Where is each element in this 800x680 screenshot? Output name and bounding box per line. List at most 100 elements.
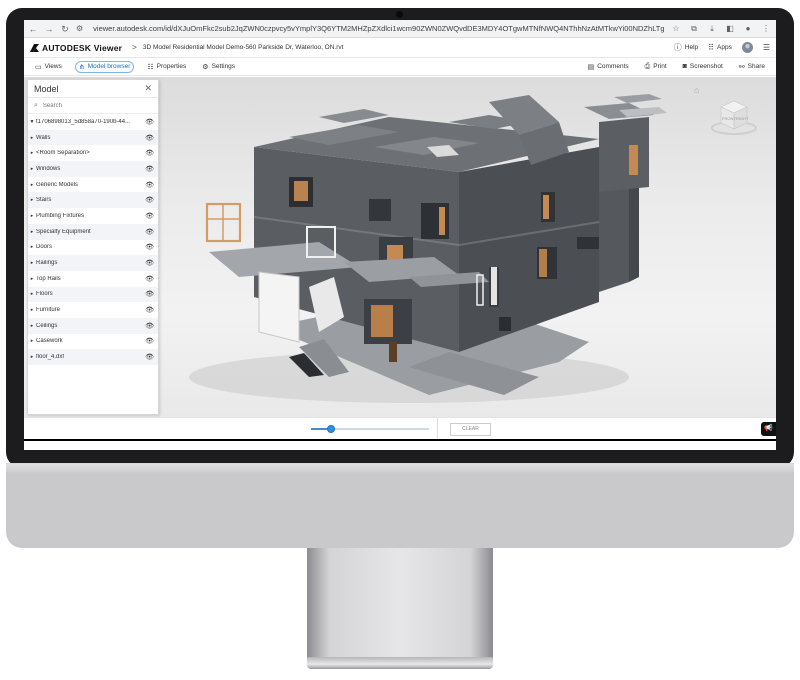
print-button[interactable]: ⎙ Print xyxy=(642,61,670,73)
eye-icon[interactable]: 👁 xyxy=(145,275,154,283)
tree-item-label: Windows xyxy=(36,165,61,172)
tree-item[interactable]: ▸ Top Rails 👁 xyxy=(28,271,158,287)
caret-right-icon[interactable]: ▸ xyxy=(28,260,36,266)
imac-chin xyxy=(6,463,794,548)
share-button[interactable]: ⚯ Share xyxy=(736,61,768,73)
caret-right-icon[interactable]: ▸ xyxy=(28,182,36,188)
app-header: AUTODESK Viewer > 3D Model Residential M… xyxy=(24,38,776,58)
eye-icon[interactable]: 👁 xyxy=(145,212,154,220)
eye-icon[interactable]: 👁 xyxy=(145,165,154,173)
eye-icon[interactable]: 👁 xyxy=(145,196,154,204)
browser-menu-icon[interactable]: ⋮ xyxy=(760,24,772,33)
extensions-icon[interactable]: ⧉ xyxy=(688,24,700,34)
tree-item[interactable]: ▸ Doors 👁 xyxy=(28,240,158,256)
caret-right-icon[interactable]: ▸ xyxy=(28,307,36,313)
caret-right-icon[interactable]: ▸ xyxy=(28,338,36,344)
tree-item[interactable]: ▸ Walls 👁 xyxy=(28,129,158,146)
megaphone-icon[interactable]: 📢 xyxy=(761,422,776,436)
comments-button[interactable]: ▤ Comments xyxy=(585,61,632,73)
eye-icon[interactable]: 👁 xyxy=(145,337,154,345)
eye-icon[interactable]: 👁 xyxy=(145,259,154,267)
tree-item-label: <Room Separation> xyxy=(36,150,90,157)
printer-icon: ⎙ xyxy=(644,62,651,70)
caret-right-icon[interactable]: ▸ xyxy=(28,229,36,235)
eye-icon[interactable]: 👁 xyxy=(145,322,154,330)
reload-icon[interactable]: ↻ xyxy=(60,20,70,38)
explode-slider-thumb[interactable] xyxy=(327,425,336,433)
tree-item[interactable]: ▸ Floors 👁 xyxy=(28,286,158,303)
hamburger-menu-icon[interactable]: ☰ xyxy=(763,43,770,52)
tree-item[interactable]: ▸ floor_4.dxf 👁 xyxy=(28,349,158,365)
tree-item[interactable]: ▸ Railings 👁 xyxy=(28,255,158,271)
back-icon[interactable]: ← xyxy=(28,20,38,38)
caret-right-icon[interactable]: ▸ xyxy=(28,276,36,282)
caret-right-icon[interactable]: ▸ xyxy=(28,135,36,141)
model-browser-button[interactable]: ⋔ Model browser xyxy=(74,60,135,73)
eye-icon[interactable]: 👁 xyxy=(145,243,154,251)
tree-item[interactable]: ▸ Ceilings 👁 xyxy=(28,317,158,334)
explode-slider[interactable] xyxy=(311,425,429,433)
tree-item-label: Specialty Equipment xyxy=(36,228,91,235)
viewcube[interactable]: FRONT RIGHT xyxy=(709,97,759,137)
help-button[interactable]: ⓘ Help xyxy=(674,42,698,53)
tree-item-label: Walls xyxy=(36,134,51,141)
site-info-icon[interactable]: ⚙ xyxy=(76,24,83,33)
model-tree-icon: ⋔ xyxy=(78,63,85,71)
tree-item[interactable]: ▸ Stairs 👁 xyxy=(28,192,158,209)
address-bar[interactable]: viewer.autodesk.com/id/dXJuOmFkc2sub2JqZ… xyxy=(89,20,664,38)
tree-item[interactable]: ▸ <Room Separation> 👁 xyxy=(28,145,158,161)
panel-search: ⌕ xyxy=(28,98,158,114)
tree-root-label: t1706898013_5d858a70-190b-44... xyxy=(36,118,131,125)
eye-icon[interactable]: 👁 xyxy=(145,149,154,157)
eye-icon[interactable]: 👁 xyxy=(145,134,154,142)
caret-right-icon[interactable]: ▸ xyxy=(28,166,36,172)
profile-icon[interactable]: ● xyxy=(742,24,754,33)
help-circle-icon: ⓘ xyxy=(673,43,682,52)
tree-item-label: Plumbing Fixtures xyxy=(36,212,85,219)
clear-button[interactable]: CLEAR xyxy=(450,423,491,436)
properties-button[interactable]: ☷ Properties xyxy=(144,61,189,73)
views-button[interactable]: ▭ Views xyxy=(32,61,65,73)
tree-item[interactable]: ▸ Furniture 👁 xyxy=(28,302,158,318)
eye-icon[interactable]: 👁 xyxy=(145,228,154,236)
caret-right-icon[interactable]: ▸ xyxy=(28,323,36,329)
tree-item[interactable]: ▸ Specialty Equipment 👁 xyxy=(28,223,158,240)
apps-button[interactable]: ⠿ Apps xyxy=(708,43,732,52)
eye-icon[interactable]: 👁 xyxy=(145,290,154,298)
caret-right-icon[interactable]: ▸ xyxy=(28,244,36,250)
bookmark-star-icon[interactable]: ☆ xyxy=(670,24,682,33)
caret-right-icon[interactable]: ▸ xyxy=(28,354,36,360)
monitor-icon: ▭ xyxy=(35,63,42,71)
download-icon[interactable]: ⤓ xyxy=(706,24,718,34)
caret-down-icon[interactable]: ▼ xyxy=(28,119,36,125)
comment-icon: ▤ xyxy=(587,63,595,71)
forward-icon[interactable]: → xyxy=(44,20,54,38)
tree-item[interactable]: ▸ Casework 👁 xyxy=(28,334,158,350)
imac-stand-foot xyxy=(307,657,493,669)
settings-button[interactable]: ⚙ Settings xyxy=(199,61,238,73)
home-icon[interactable]: ⌂ xyxy=(694,85,699,95)
tree-item[interactable]: ▸ Generic Models 👁 xyxy=(28,177,158,193)
eye-icon[interactable]: 👁 xyxy=(145,353,154,361)
search-input[interactable] xyxy=(42,102,143,109)
breadcrumb-separator: > xyxy=(132,43,137,52)
eye-icon[interactable]: 👁 xyxy=(145,118,154,126)
eye-icon[interactable]: 👁 xyxy=(145,306,154,314)
avatar[interactable] xyxy=(741,42,753,53)
workspace: ⌂ FRONT RIGHT Model ✕ ⌕ ▼ xyxy=(24,77,776,417)
3d-viewport[interactable]: ⌂ FRONT RIGHT xyxy=(159,77,776,417)
browser-toolbar: ← → ↻ ⚙ viewer.autodesk.com/id/dXJuOmFkc… xyxy=(24,20,776,38)
caret-right-icon[interactable]: ▸ xyxy=(28,197,36,203)
screenshot-button[interactable]: ◙ Screenshot xyxy=(680,61,726,73)
tree-item[interactable]: ▸ Windows 👁 xyxy=(28,161,158,177)
close-icon[interactable]: ✕ xyxy=(144,83,152,94)
tree-item[interactable]: ▸ Plumbing Fixtures 👁 xyxy=(28,208,158,224)
apps-grid-icon: ⠿ xyxy=(708,43,714,52)
caret-right-icon[interactable]: ▸ xyxy=(28,291,36,297)
caret-right-icon[interactable]: ▸ xyxy=(28,150,36,156)
sidebar-icon[interactable]: ◧ xyxy=(724,24,736,33)
eye-icon[interactable]: 👁 xyxy=(145,181,154,189)
product-logo[interactable]: AUTODESK Viewer xyxy=(42,43,122,53)
tree-root[interactable]: ▼ t1706898013_5d858a70-190b-44... 👁 xyxy=(28,114,158,130)
caret-right-icon[interactable]: ▸ xyxy=(28,213,36,219)
